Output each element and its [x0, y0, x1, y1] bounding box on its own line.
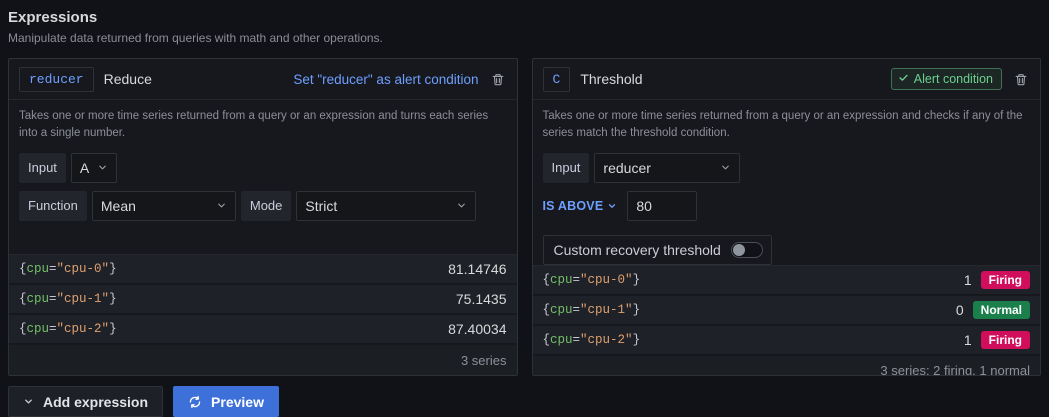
series-row: {cpu="cpu-1"} 0 Normal — [533, 296, 1041, 324]
chevron-down-icon — [97, 162, 108, 173]
expression-description: Takes one or more time series returned f… — [19, 108, 507, 143]
input-field-label: Input — [19, 153, 66, 183]
chevron-down-icon — [23, 396, 34, 407]
custom-recovery-threshold-box: Custom recovery threshold — [543, 235, 772, 265]
series-row: {cpu="cpu-0"} 81.14746 — [9, 255, 517, 283]
expressions-section: Expressions Manipulate data returned fro… — [0, 0, 1049, 417]
series-label: {cpu="cpu-0"} — [19, 262, 117, 276]
threshold-results: {cpu="cpu-0"} 1 Firing {cpu="cpu-1"} 0 N… — [533, 265, 1041, 377]
expression-refid-badge[interactable]: C — [543, 67, 571, 92]
expression-type-title: Reduce — [104, 71, 152, 87]
custom-recovery-threshold-toggle[interactable] — [731, 242, 763, 258]
reduce-function-row: Function Mean Mode Strict — [19, 191, 507, 221]
series-row: {cpu="cpu-2"} 1 Firing — [533, 326, 1041, 354]
function-select-value: Mean — [101, 198, 136, 214]
series-value: 75.1435 — [456, 291, 507, 307]
series-value: 1 — [964, 332, 972, 348]
input-select-value: reducer — [603, 160, 650, 176]
input-select[interactable]: reducer — [594, 153, 740, 183]
custom-recovery-threshold-label: Custom recovery threshold — [554, 242, 721, 258]
chevron-down-icon — [216, 200, 227, 211]
threshold-input-row: Input reducer — [543, 153, 1031, 183]
threshold-condition-row: IS ABOVE — [543, 191, 1031, 221]
reduce-panel-body: Takes one or more time series returned f… — [9, 100, 517, 229]
preview-label: Preview — [211, 394, 264, 410]
series-row: {cpu="cpu-1"} 75.1435 — [9, 285, 517, 313]
status-badge: Normal — [973, 301, 1030, 319]
status-badge: Firing — [981, 271, 1030, 289]
series-label: {cpu="cpu-0"} — [543, 273, 641, 287]
trash-icon — [491, 72, 505, 87]
series-label: {cpu="cpu-2"} — [543, 333, 641, 347]
reduce-panel-header: reducer Reduce Set "reducer" as alert co… — [9, 59, 517, 100]
expression-refid-badge[interactable]: reducer — [19, 67, 94, 92]
delete-expression-button[interactable] — [489, 70, 507, 89]
set-alert-condition-link[interactable]: Set "reducer" as alert condition — [293, 72, 478, 87]
series-label: {cpu="cpu-2"} — [19, 322, 117, 336]
check-icon — [898, 72, 909, 86]
input-select-value: A — [80, 160, 89, 176]
expression-type-title: Threshold — [580, 71, 642, 87]
page-subtitle: Manipulate data returned from queries wi… — [8, 30, 1041, 46]
toggle-knob — [733, 244, 745, 256]
actions-bar: Add expression Preview — [8, 386, 1041, 417]
input-field-label: Input — [543, 153, 590, 183]
chevron-down-icon — [607, 201, 617, 211]
mode-select-value: Strict — [305, 198, 337, 214]
chevron-down-icon — [456, 200, 467, 211]
alert-condition-badge: Alert condition — [891, 68, 1002, 90]
series-row: {cpu="cpu-0"} 1 Firing — [533, 266, 1041, 294]
threshold-expression-panel: C Threshold Alert condition Takes one or… — [532, 58, 1042, 376]
series-value: 87.40034 — [448, 321, 506, 337]
input-select[interactable]: A — [71, 153, 117, 183]
expression-description: Takes one or more time series returned f… — [543, 108, 1031, 143]
function-field-label: Function — [19, 191, 87, 221]
expression-panels: reducer Reduce Set "reducer" as alert co… — [8, 58, 1041, 376]
series-label: {cpu="cpu-1"} — [543, 303, 641, 317]
series-count-footer: 3 series: 2 firing, 1 normal — [533, 356, 1041, 377]
series-value: 0 — [956, 302, 964, 318]
refresh-icon — [188, 395, 202, 409]
series-value: 1 — [964, 272, 972, 288]
series-count-footer: 3 series — [9, 345, 517, 375]
series-value: 81.14746 — [448, 261, 506, 277]
page-title: Expressions — [8, 8, 1041, 28]
chevron-down-icon — [720, 162, 731, 173]
delete-expression-button[interactable] — [1012, 70, 1030, 89]
mode-select[interactable]: Strict — [296, 191, 476, 221]
series-row: {cpu="cpu-2"} 87.40034 — [9, 315, 517, 343]
condition-type-dropdown[interactable]: IS ABOVE — [543, 199, 618, 213]
threshold-panel-body: Takes one or more time series returned f… — [533, 100, 1041, 265]
reduce-expression-panel: reducer Reduce Set "reducer" as alert co… — [8, 58, 518, 376]
threshold-value-input[interactable] — [627, 191, 697, 221]
status-badge: Firing — [981, 331, 1030, 349]
preview-button[interactable]: Preview — [173, 386, 279, 417]
add-expression-label: Add expression — [43, 394, 148, 410]
mode-field-label: Mode — [241, 191, 292, 221]
reduce-results: {cpu="cpu-0"} 81.14746 {cpu="cpu-1"} 75.… — [9, 254, 517, 375]
series-label: {cpu="cpu-1"} — [19, 292, 117, 306]
trash-icon — [1014, 72, 1028, 87]
threshold-panel-header: C Threshold Alert condition — [533, 59, 1041, 100]
condition-type-label: IS ABOVE — [543, 199, 604, 213]
alert-condition-badge-label: Alert condition — [914, 72, 993, 86]
function-select[interactable]: Mean — [92, 191, 236, 221]
reduce-input-row: Input A — [19, 153, 507, 183]
add-expression-button[interactable]: Add expression — [8, 386, 163, 417]
